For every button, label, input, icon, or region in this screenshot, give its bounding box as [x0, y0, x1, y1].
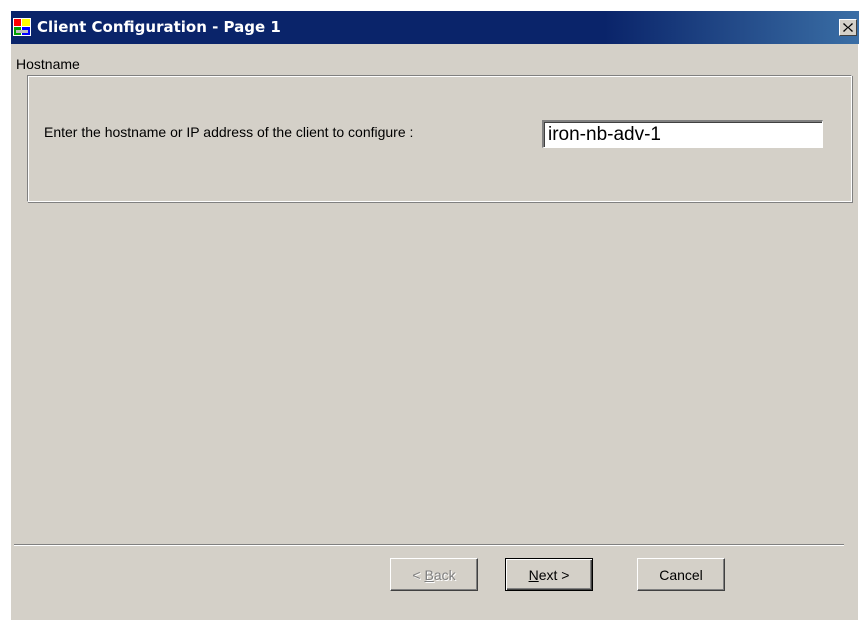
hostname-prompt-label: Enter the hostname or IP address of the … — [44, 124, 414, 140]
next-button-accel: N — [528, 566, 539, 583]
back-button[interactable]: < Back — [390, 558, 478, 591]
next-button[interactable]: Next > — [505, 558, 593, 591]
app-window-icon — [13, 18, 31, 36]
client-configuration-dialog: Client Configuration - Page 1 — [10, 10, 859, 620]
cancel-button[interactable]: Cancel — [637, 558, 725, 591]
hostname-group-legend: Hostname — [14, 56, 83, 72]
hostname-input[interactable] — [542, 120, 823, 148]
back-button-prefix: < — [412, 566, 425, 583]
close-button[interactable] — [839, 19, 857, 36]
back-button-rest: ack — [433, 566, 456, 583]
next-button-rest: ext > — [538, 566, 570, 583]
window-title: Client Configuration - Page 1 — [37, 18, 281, 36]
close-icon — [843, 23, 853, 32]
button-separator — [14, 544, 844, 546]
title-bar[interactable]: Client Configuration - Page 1 — [11, 11, 859, 44]
back-button-accel: B — [424, 566, 434, 583]
